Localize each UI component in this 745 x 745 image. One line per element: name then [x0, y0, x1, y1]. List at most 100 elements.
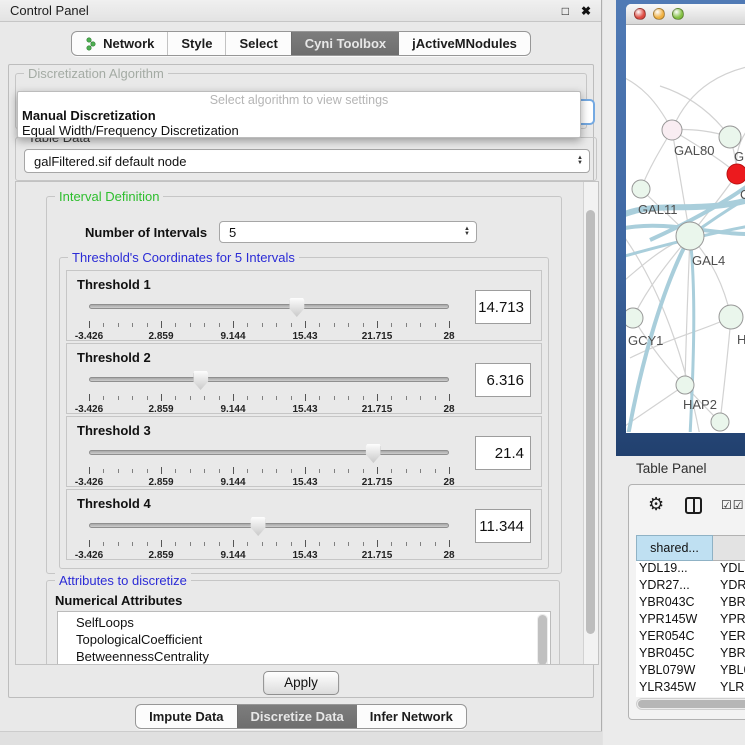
threshold-value-field[interactable]: 14.713 — [475, 290, 531, 324]
slider-thumb[interactable] — [193, 371, 208, 390]
threshold-slider[interactable]: -3.4262.8599.14415.4321.71528 — [89, 371, 449, 411]
tab-network[interactable]: Network — [72, 32, 167, 55]
algorithm-group-title: Discretization Algorithm — [24, 66, 168, 81]
column-header-shared-name[interactable]: shared... — [636, 535, 713, 561]
slider-thumb[interactable] — [251, 517, 266, 536]
tab-impute-data[interactable]: Impute Data — [136, 705, 236, 728]
tab-discretize-data[interactable]: Discretize Data — [237, 705, 357, 728]
slider-track[interactable] — [89, 450, 449, 455]
number-of-intervals-combobox[interactable]: 5 ▲▼ — [219, 221, 477, 243]
threshold-panel: Threshold 4 -3.4262.8599.14415.4321.7152… — [66, 489, 542, 560]
gear-icon[interactable]: ⚙ — [648, 494, 664, 515]
table-row[interactable]: YBR043CYBR0 — [636, 595, 745, 612]
combo-stepper-icon: ▲▼ — [577, 156, 583, 166]
threshold-panel: Threshold 2 -3.4262.8599.14415.4321.7152… — [66, 343, 542, 414]
attributes-scrollbar[interactable] — [537, 614, 548, 665]
screen: Control Panel □ ✖ Network Sty — [0, 0, 745, 745]
attributes-group-title: Attributes to discretize — [55, 573, 191, 588]
network-node-h[interactable] — [719, 305, 743, 329]
table-panel: ⚙ ☑☑ shared... na YDL19...YDL1YDR27...YD… — [628, 484, 745, 720]
select-columns-icon[interactable]: ☑☑ — [721, 498, 745, 512]
tab-cyni-toolbox[interactable]: Cyni Toolbox — [291, 32, 399, 55]
node-label: GCY1 — [628, 333, 663, 348]
threshold-label: Threshold 4 — [77, 496, 151, 511]
slider-ticks — [89, 467, 449, 475]
tab-select[interactable]: Select — [225, 32, 290, 55]
network-canvas[interactable]: GAL80GCGAL11GAL4GCY1HHAP2 — [626, 25, 745, 432]
interval-group-title: Interval Definition — [55, 189, 163, 204]
slider-tick-labels: -3.4262.8599.14415.4321.71528 — [89, 404, 449, 416]
algorithm-dropdown-popup: Select algorithm to view settings Manual… — [17, 91, 581, 138]
threshold-panel: Threshold 1 -3.4262.8599.14415.4321.7152… — [66, 270, 542, 341]
column-header-name[interactable]: na — [713, 535, 745, 561]
algorithm-option-manual[interactable]: Manual Discretization — [18, 108, 580, 123]
thresholds-group: Threshold's Coordinates for 5 Intervals … — [59, 257, 549, 569]
node-table: shared... na YDL19...YDL1YDR27...YDR2YBR… — [636, 535, 745, 697]
slider-track[interactable] — [89, 377, 449, 382]
table-row[interactable]: YPR145WYPR1 — [636, 612, 745, 629]
minimize-light-icon[interactable] — [653, 8, 665, 20]
network-node-c[interactable] — [727, 164, 745, 184]
network-node-hap2[interactable] — [676, 376, 694, 394]
threshold-value-field[interactable]: 11.344 — [475, 509, 531, 543]
numerical-attributes-list[interactable]: SelfLoopsTopologicalCoefficientBetweenne… — [57, 611, 551, 665]
tab-jactivemnodules[interactable]: jActiveMNodules — [399, 32, 530, 55]
slider-thumb[interactable] — [366, 444, 381, 463]
close-icon[interactable]: ✖ — [581, 4, 591, 18]
panel-bottom-seam — [0, 731, 602, 745]
network-edge[interactable] — [672, 64, 745, 130]
threshold-slider[interactable]: -3.4262.8599.14415.4321.71528 — [89, 517, 449, 557]
threshold-slider[interactable]: -3.4262.8599.14415.4321.71528 — [89, 444, 449, 484]
network-node-gal80[interactable] — [662, 120, 682, 140]
network-graph: GAL80GCGAL11GAL4GCY1HHAP2 — [626, 25, 745, 432]
main-scrollbar[interactable] — [583, 182, 598, 664]
network-node-gal11[interactable] — [632, 180, 650, 198]
slider-ticks — [89, 321, 449, 329]
network-node-g[interactable] — [719, 126, 741, 148]
slider-tick-labels: -3.4262.8599.14415.4321.71528 — [89, 477, 449, 489]
table-row[interactable]: YDR27...YDR2 — [636, 578, 745, 595]
threshold-value-field[interactable]: 21.4 — [475, 436, 531, 470]
table-row[interactable]: YLR345WYLR3 — [636, 680, 745, 697]
network-node-gcy1[interactable] — [626, 308, 643, 328]
threshold-value-field[interactable]: 6.316 — [475, 363, 531, 397]
node-label: HAP2 — [683, 397, 717, 412]
table-rows: YDL19...YDL1YDR27...YDR2YBR043CYBR0YPR14… — [636, 561, 745, 697]
slider-thumb[interactable] — [289, 298, 304, 317]
settings-scrollpane: Interval Definition Number of Intervals … — [15, 181, 599, 665]
network-edge[interactable] — [720, 317, 731, 422]
tab-infer-network[interactable]: Infer Network — [357, 705, 466, 728]
table-row[interactable]: YER054CYER0 — [636, 629, 745, 646]
algorithm-prompt: Select algorithm to view settings — [18, 92, 580, 108]
zoom-light-icon[interactable] — [672, 8, 684, 20]
network-node[interactable] — [711, 413, 729, 431]
slider-tick-labels: -3.4262.8599.14415.4321.71528 — [89, 550, 449, 562]
threshold-slider[interactable]: -3.4262.8599.14415.4321.71528 — [89, 298, 449, 338]
apply-button[interactable]: Apply — [263, 671, 339, 695]
interval-definition-group: Interval Definition Number of Intervals … — [46, 196, 562, 574]
network-window-frame: GAL80GCGAL11GAL4GCY1HHAP2 — [616, 0, 745, 456]
node-label: C — [740, 187, 745, 202]
network-edge[interactable] — [685, 236, 690, 385]
table-horizontal-scrollbar[interactable] — [636, 698, 745, 710]
slider-track[interactable] — [89, 523, 449, 528]
table-header-row: shared... na — [636, 535, 745, 561]
threshold-label: Threshold 2 — [77, 350, 151, 365]
close-light-icon[interactable] — [634, 8, 646, 20]
attribute-item[interactable]: TopologicalCoefficient — [76, 631, 550, 648]
table-data-value: galFiltered.sif default node — [34, 154, 186, 169]
network-node-gal4[interactable] — [676, 222, 704, 250]
columns-icon[interactable] — [685, 497, 702, 514]
attribute-item[interactable]: BetweennessCentrality — [76, 648, 550, 665]
float-window-icon[interactable]: □ — [562, 4, 569, 18]
node-label: GAL80 — [674, 143, 714, 158]
table-row[interactable]: YDL19...YDL1 — [636, 561, 745, 578]
algorithm-option-equal-width[interactable]: Equal Width/Frequency Discretization — [18, 123, 580, 138]
slider-track[interactable] — [89, 304, 449, 309]
attributes-group: Attributes to discretize Numerical Attri… — [46, 580, 560, 665]
table-data-combobox[interactable]: galFiltered.sif default node ▲▼ — [24, 149, 590, 173]
attribute-item[interactable]: SelfLoops — [76, 614, 550, 631]
tab-style[interactable]: Style — [167, 32, 225, 55]
table-row[interactable]: YBR045CYBR0 — [636, 646, 745, 663]
table-row[interactable]: YBL079WYBL0 — [636, 663, 745, 680]
